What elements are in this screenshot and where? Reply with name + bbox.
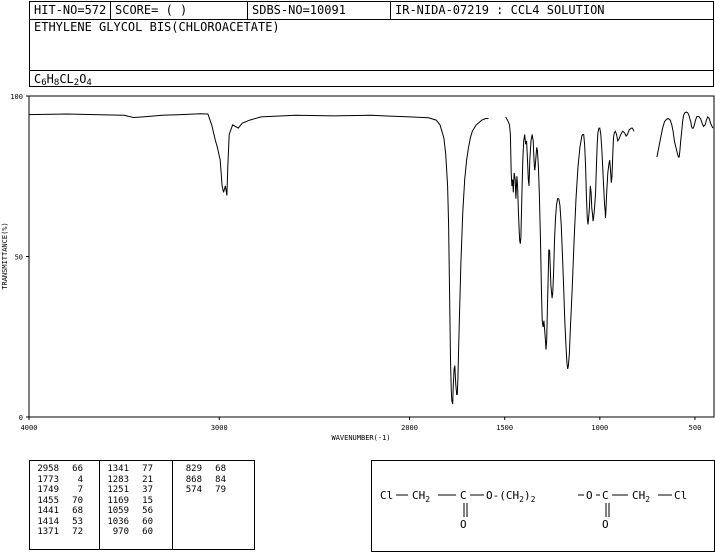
peak-transmittance: 4 [77,474,83,485]
peak-transmittance: 68 [72,506,83,516]
peak-wavenumber: 970 [112,527,129,537]
structure-diagram: Cl CH2 C O O-(CH2)2 O C O CH2 Cl [380,489,687,531]
y-tick-label: 0 [19,414,23,422]
peak-wavenumber: 1371 [37,527,59,537]
peak-row: 970 60 [105,527,153,538]
peak-row: 868 84 [178,475,226,486]
subscript-2: 2 [531,495,536,504]
peak-wavenumber: 868 [185,474,202,485]
peak-wavenumber: 1283 [107,474,129,485]
structure-box: Cl CH2 C O O-(CH2)2 O C O CH2 Cl [371,460,715,552]
group-ethylene: O-(CH2)2 [486,489,536,504]
peak-transmittance: 53 [72,516,83,527]
subscript-2: 2 [425,495,430,504]
x-tick-label: 500 [689,424,702,432]
peak-transmittance: 66 [72,464,83,474]
x-tick-label: 4000 [21,424,38,432]
x-tick-label: 3000 [211,424,228,432]
ir-spectrum-chart: 0 50 100 4000 3000 2000 1500 1000 500 WAVENUMBE… [1,93,715,442]
peak-row: 1749 7 [35,485,83,496]
atom-o-carbonyl-right: O [602,518,609,531]
group-ch2-left: CH2 [412,489,430,504]
peak-row: 1251 37 [105,485,153,496]
x-tick-label: 1000 [591,424,608,432]
group-ch2-right: CH2 [632,489,650,504]
peak-wavenumber: 1414 [37,516,59,527]
x-axis-label: WAVENUMBER(-1) [331,434,390,442]
peak-row: 1455 70 [35,496,83,507]
peak-row: 574 79 [178,485,226,496]
peak-wavenumber: 574 [185,485,202,495]
atom-o-ester: O [586,489,593,502]
peak-row: 1773 4 [35,475,83,486]
peak-row: 1441 68 [35,506,83,517]
y-tick-label: 100 [10,93,23,101]
peak-transmittance: 60 [142,516,153,527]
plot-frame [28,95,715,418]
peak-transmittance: 37 [142,485,153,495]
atom-cl-right: Cl [674,489,687,502]
x-tick-label: 1500 [496,424,513,432]
peak-wavenumber: 1036 [107,516,129,527]
peak-row: 1371 72 [35,527,83,538]
peak-wavenumber: 2958 [37,464,59,474]
peak-transmittance: 84 [215,474,226,485]
x-axis-ticks: 4000 3000 2000 1500 1000 500 [21,417,702,432]
ch-text: CH [412,489,425,502]
peak-wavenumber: 1169 [107,495,129,506]
peak-transmittance: 7 [77,485,83,495]
peak-transmittance: 15 [142,495,153,506]
peak-transmittance: 70 [72,495,83,506]
peak-table: 2958 66 1773 4 1749 7 1455 70 1441 68 1414 53 1371 72… [29,460,255,550]
atom-o-carbonyl-left: O [460,518,467,531]
peak-wavenumber: 1441 [37,506,59,516]
peak-row: 2958 66 [35,464,83,475]
peak-row: 1036 60 [105,517,153,528]
peak-wavenumber: 1455 [37,495,59,506]
peak-column: 1341 77 1283 21 1251 37 1169 15 1059 56 1036 60 970 6… [105,464,153,538]
atom-c-left: C [460,489,467,502]
peak-wavenumber: 829 [185,464,202,474]
spectrum-line [505,116,635,370]
peak-row: 829 68 [178,464,226,475]
spectrum-line [656,111,714,158]
subscript-2: 2 [645,495,650,504]
ch-text: CH [632,489,645,502]
y-axis-ticks: 0 50 100 [10,93,29,422]
atom-cl-left: Cl [380,489,393,502]
peak-row: 1059 56 [105,506,153,517]
peak-column: 2958 66 1773 4 1749 7 1455 70 1441 68 1414 53 1371 72 [35,464,83,538]
ethylene-close: ) [524,489,531,502]
ethylene-open: O-(CH [486,489,519,502]
y-axis-label: TRANSMITTANCE(%) [1,222,9,289]
peak-column: 829 68 868 84 574 79 [178,464,226,496]
y-tick-label: 50 [15,254,23,262]
peak-transmittance: 68 [215,464,226,474]
peak-transmittance: 72 [72,527,83,537]
peak-table-divider [172,461,173,549]
peak-transmittance: 56 [142,506,153,516]
peak-wavenumber: 1341 [107,464,129,474]
peak-wavenumber: 1749 [37,485,59,495]
peak-row: 1414 53 [35,517,83,528]
peak-row: 1341 77 [105,464,153,475]
peak-row: 1283 21 [105,475,153,486]
peak-transmittance: 21 [142,474,153,485]
x-tick-label: 2000 [401,424,418,432]
peak-row: 1169 15 [105,496,153,507]
spectrum-series [28,111,714,405]
peak-transmittance: 60 [142,527,153,537]
peak-transmittance: 77 [142,464,153,474]
peak-wavenumber: 1773 [37,474,59,485]
peak-table-divider [99,461,100,549]
spectrum-line [28,113,489,405]
atom-c-right: C [602,489,609,502]
peak-wavenumber: 1251 [107,485,129,495]
peak-wavenumber: 1059 [107,506,129,516]
peak-transmittance: 79 [215,485,226,495]
